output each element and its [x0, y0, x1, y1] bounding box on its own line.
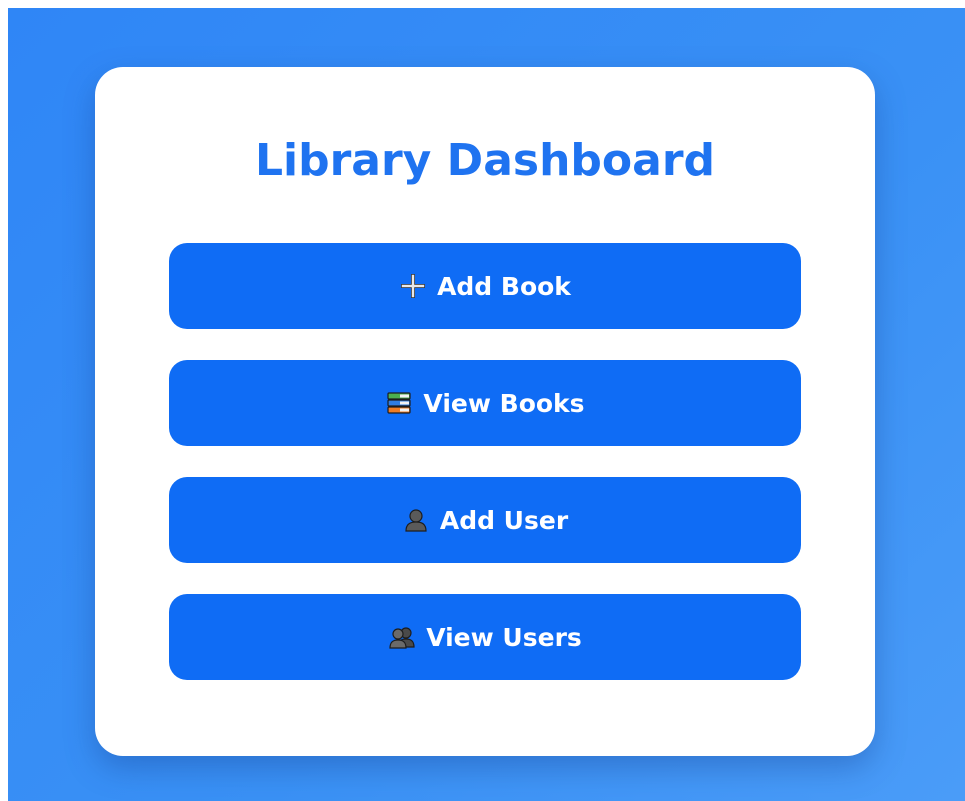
add-user-label: Add User	[439, 505, 569, 535]
plus-icon	[399, 272, 427, 300]
page-background: Library Dashboard Add Book View Books Ad…	[8, 8, 965, 801]
view-books-label: View Books	[423, 388, 585, 418]
users-icon	[388, 623, 416, 651]
books-icon	[385, 389, 413, 417]
page-title: Library Dashboard	[254, 135, 716, 186]
view-users-button[interactable]: View Users	[169, 594, 801, 680]
dashboard-card: Library Dashboard Add Book View Books Ad…	[95, 67, 875, 756]
view-users-label: View Users	[426, 622, 582, 652]
add-book-label: Add Book	[437, 271, 571, 301]
view-books-button[interactable]: View Books	[169, 360, 801, 446]
add-book-button[interactable]: Add Book	[169, 243, 801, 329]
user-icon	[402, 506, 430, 534]
add-user-button[interactable]: Add User	[169, 477, 801, 563]
